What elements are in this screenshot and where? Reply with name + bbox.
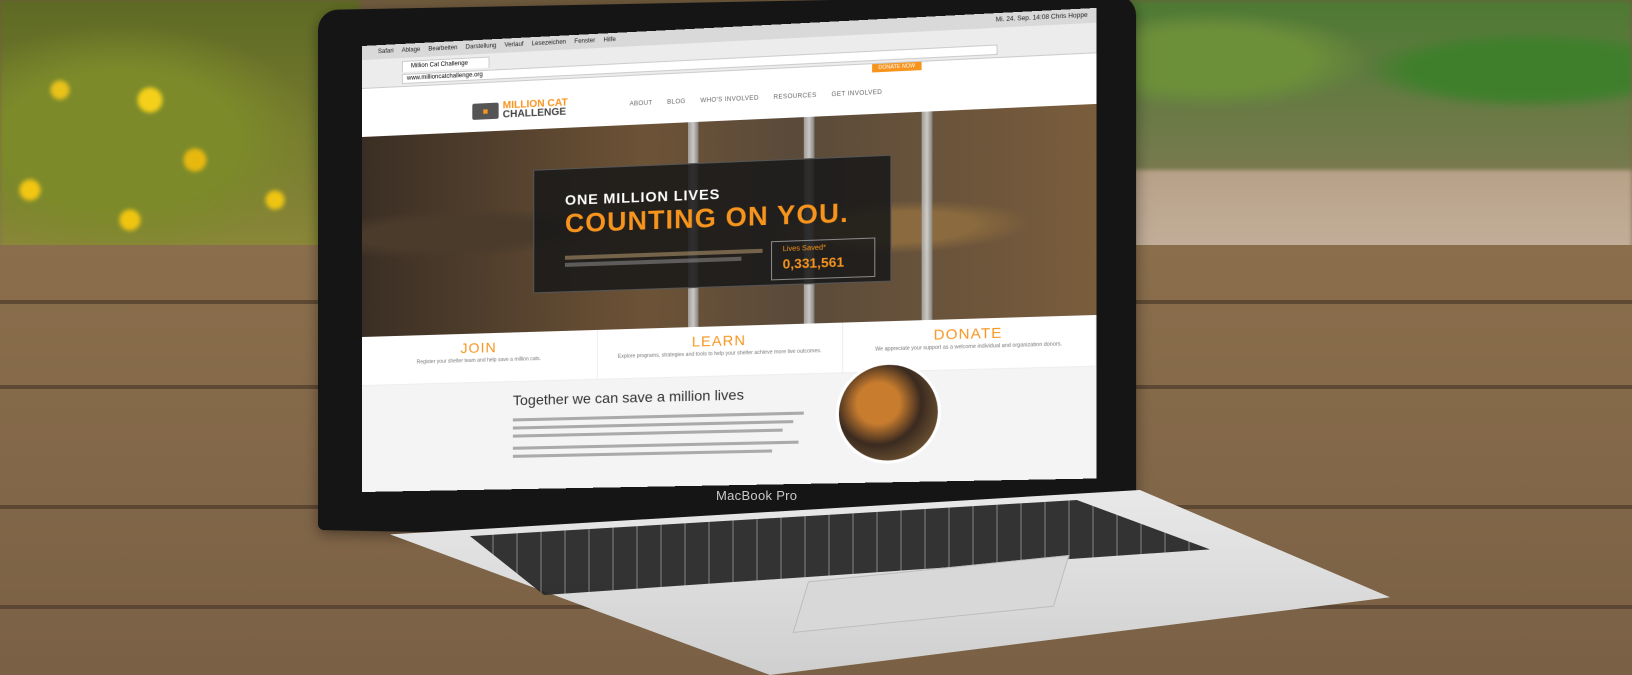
menu-verlauf[interactable]: Verlauf — [504, 42, 523, 49]
nav-about[interactable]: ABOUT — [630, 100, 653, 107]
body-text-line — [512, 420, 794, 430]
menubar-status: Mi. 24. Sep. 14:08 Chris Hoppe — [995, 12, 1088, 24]
menu-bearbeiten[interactable]: Bearbeiten — [428, 45, 457, 53]
macbook-label: MacBook Pro — [716, 488, 798, 503]
nav-get-involved[interactable]: GET INVOLVED — [832, 90, 883, 99]
hero-message-box: ONE MILLION LIVES COUNTING ON YOU. Lives… — [533, 154, 892, 294]
cta-learn[interactable]: LEARN Explore programs, strategies and t… — [598, 322, 843, 379]
body-text-line — [512, 449, 773, 458]
body-text-line — [512, 440, 799, 450]
lives-saved-count: 0,331,561 — [782, 254, 845, 272]
menu-fenster[interactable]: Fenster — [574, 38, 595, 45]
cat-photo — [835, 360, 942, 465]
about-section: Together we can save a million lives — [362, 360, 1097, 492]
menu-safari[interactable]: Safari — [378, 48, 394, 55]
menu-lesezeichen[interactable]: Lesezeichen — [532, 39, 566, 47]
site-nav: ABOUT BLOG WHO'S INVOLVED RESOURCES GET … — [630, 90, 883, 108]
cage-bar — [921, 111, 933, 321]
photo-scene: Safari Ablage Bearbeiten Darstellung Ver… — [0, 0, 1632, 675]
nav-whos-involved[interactable]: WHO'S INVOLVED — [700, 95, 758, 104]
hero-banner: ONE MILLION LIVES COUNTING ON YOU. Lives… — [362, 103, 1097, 338]
lives-saved-counter: Lives Saved* 0,331,561 — [770, 237, 876, 281]
site-logo[interactable]: ■ MILLION CAT CHALLENGE — [472, 97, 568, 121]
body-text-line — [512, 428, 783, 438]
laptop-screen: Safari Ablage Bearbeiten Darstellung Ver… — [362, 7, 1097, 492]
nav-resources[interactable]: RESOURCES — [773, 93, 816, 101]
logo-line2: CHALLENGE — [502, 106, 567, 121]
menu-darstellung[interactable]: Darstellung — [466, 43, 497, 51]
menu-hilfe[interactable]: Hilfe — [603, 37, 615, 44]
about-heading: Together we can save a million lives — [512, 386, 744, 409]
flowers-background — [0, 0, 360, 270]
cta-join[interactable]: JOIN Register your shelter team and help… — [362, 329, 599, 385]
menu-ablage[interactable]: Ablage — [402, 47, 421, 54]
nav-blog[interactable]: BLOG — [667, 99, 686, 106]
cat-logo-icon: ■ — [472, 102, 499, 120]
lives-saved-label: Lives Saved* — [782, 244, 827, 254]
